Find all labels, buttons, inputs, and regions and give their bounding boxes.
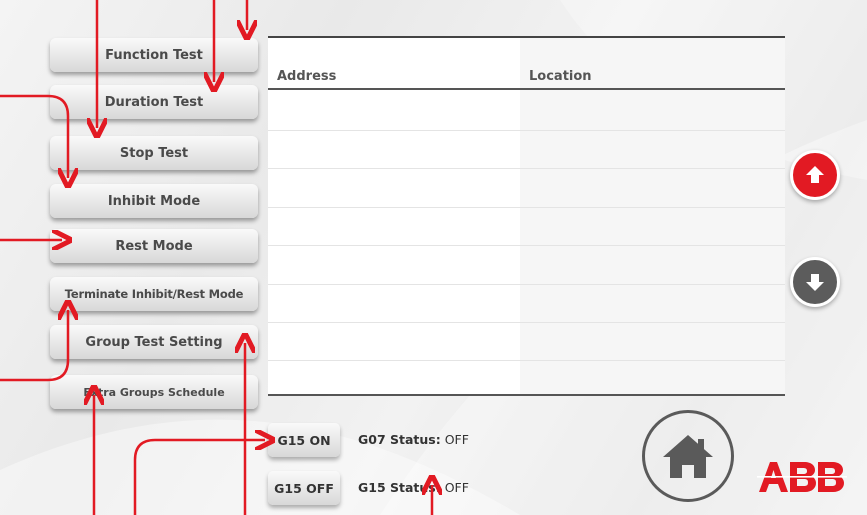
- function-test-button[interactable]: Function Test: [50, 38, 258, 72]
- g07-status-label: G07 Status:: [358, 432, 441, 447]
- rest-mode-button[interactable]: Rest Mode: [50, 229, 258, 263]
- home-icon: [663, 435, 713, 478]
- address-column-header: Address: [277, 69, 337, 84]
- scroll-down-button[interactable]: [790, 257, 840, 307]
- inhibit-mode-button[interactable]: Inhibit Mode: [50, 184, 258, 218]
- g07-status-value: OFF: [444, 432, 469, 447]
- g15-status: G15 Status: OFF: [358, 480, 469, 495]
- duration-test-button[interactable]: Duration Test: [50, 85, 258, 119]
- table-row[interactable]: [268, 207, 785, 208]
- home-button[interactable]: [642, 410, 734, 502]
- table-row[interactable]: [268, 284, 785, 285]
- table-header: Address Location: [268, 38, 785, 90]
- arrow-down-icon: [806, 274, 824, 291]
- g15-status-label: G15 Status:: [358, 480, 441, 495]
- location-column-bg: [520, 38, 785, 394]
- address-location-table: Address Location: [268, 36, 785, 396]
- location-column-header: Location: [529, 69, 592, 84]
- scroll-up-button[interactable]: [790, 150, 840, 200]
- g15-status-value: OFF: [444, 480, 469, 495]
- table-row[interactable]: [268, 168, 785, 169]
- abb-logo: [757, 462, 847, 492]
- g07-status: G07 Status: OFF: [358, 432, 469, 447]
- terminate-inhibit-rest-mode-button[interactable]: Terminate Inhibit/Rest Mode: [50, 277, 258, 311]
- group-on-button[interactable]: G15 ON: [268, 423, 340, 457]
- group-test-setting-button[interactable]: Group Test Setting: [50, 325, 258, 359]
- stop-test-button[interactable]: Stop Test: [50, 136, 258, 170]
- extra-groups-schedule-button[interactable]: Extra Groups Schedule: [50, 375, 258, 409]
- table-row[interactable]: [268, 130, 785, 131]
- table-row[interactable]: [268, 322, 785, 323]
- table-row[interactable]: [268, 245, 785, 246]
- table-row[interactable]: [268, 360, 785, 361]
- arrow-up-icon: [806, 166, 824, 183]
- group-off-button[interactable]: G15 OFF: [268, 471, 340, 505]
